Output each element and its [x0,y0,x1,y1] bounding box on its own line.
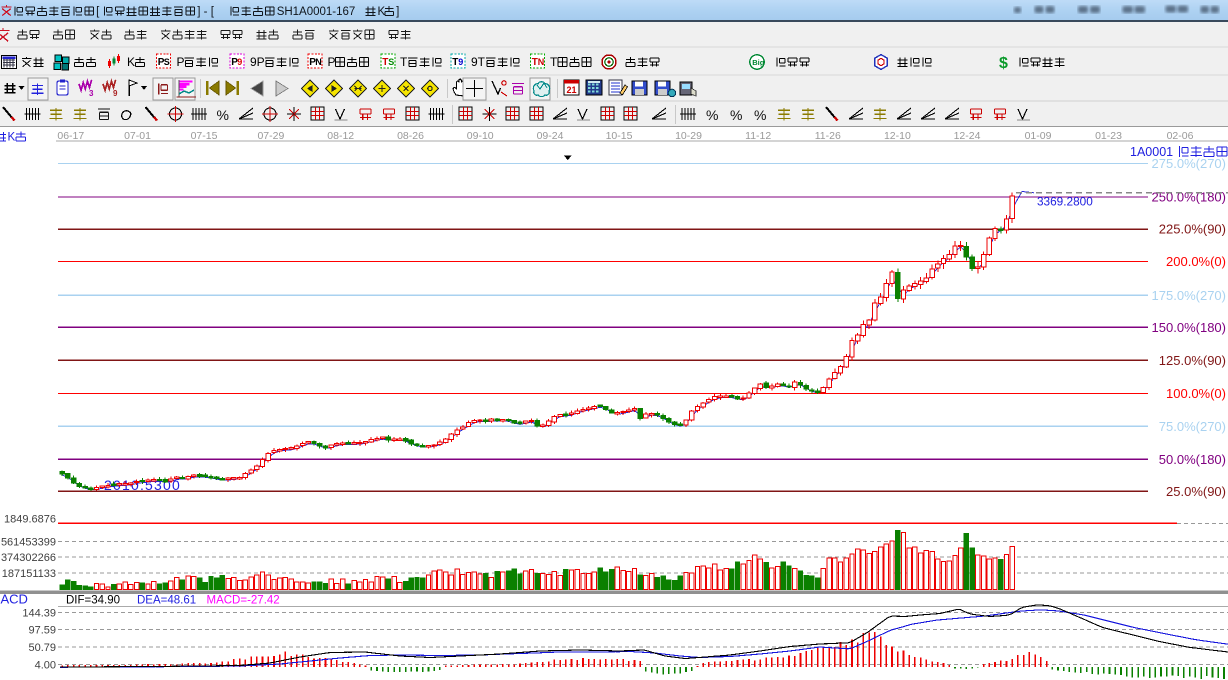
svg-text:07-01: 07-01 [124,130,151,142]
svg-text:250.0%(180): 250.0%(180) [1152,190,1226,205]
svg-text:9: 9 [237,57,242,67]
svg-text:P: P [328,55,336,69]
svg-text:11-26: 11-26 [815,130,841,142]
svg-text:3: 3 [89,89,94,98]
svg-text:S: S [388,57,394,67]
svg-text:50.0%(180): 50.0%(180) [1159,452,1226,467]
svg-text:ACD: ACD [1,592,28,607]
svg-text:K: K [127,55,135,69]
svg-text:374302266: 374302266 [1,552,56,564]
svg-text:K: K [8,132,16,144]
svg-text:3369.2800: 3369.2800 [1037,195,1093,209]
svg-text:%: % [730,107,742,123]
svg-text:SH1A0001-167: SH1A0001-167 [277,6,356,18]
svg-text:21: 21 [567,85,577,95]
svg-text:T: T [400,55,408,69]
svg-text:11-12: 11-12 [745,130,771,142]
svg-text:] - [: ] - [ [197,6,214,18]
svg-text:200.0%(0): 200.0%(0) [1166,254,1226,269]
svg-text:100.0%(0): 100.0%(0) [1166,386,1226,401]
svg-text:275.0%(270): 275.0%(270) [1152,156,1226,171]
svg-text:DIF=34.90: DIF=34.90 [66,595,120,607]
svg-text:01-09: 01-09 [1025,130,1052,142]
svg-text:Big: Big [752,58,765,67]
svg-text:9: 9 [113,89,118,98]
svg-text:10-29: 10-29 [675,130,702,142]
svg-text:225.0%(90): 225.0%(90) [1159,222,1226,237]
svg-text:S: S [164,57,170,67]
svg-text:08-26: 08-26 [397,130,424,142]
svg-text:97.59: 97.59 [28,625,56,637]
svg-text:561453399: 561453399 [1,536,56,548]
svg-text:N: N [538,57,545,67]
svg-text:T: T [550,55,558,69]
svg-text:12-10: 12-10 [884,130,911,142]
svg-text:DEA=48.61: DEA=48.61 [137,595,196,607]
svg-text:02-06: 02-06 [1167,130,1194,142]
svg-text:06-17: 06-17 [57,130,84,142]
svg-text:P: P [177,55,185,69]
svg-text:12-24: 12-24 [954,130,981,142]
svg-text:1849.6876: 1849.6876 [4,514,56,526]
svg-text:%: % [754,107,766,123]
svg-text:9P: 9P [250,55,265,69]
svg-text:144.39: 144.39 [22,607,56,619]
svg-text:07-29: 07-29 [257,130,284,142]
svg-text:07-15: 07-15 [191,130,218,142]
svg-text:75.0%(270): 75.0%(270) [1159,419,1226,434]
svg-text:10-15: 10-15 [606,130,633,142]
svg-text:09-10: 09-10 [467,130,494,142]
svg-text:K: K [378,6,386,18]
svg-text:]: ] [396,6,399,18]
svg-text:N: N [315,57,322,67]
svg-text:$: $ [999,55,1008,72]
svg-text:08-12: 08-12 [327,130,354,142]
svg-text:01-23: 01-23 [1095,130,1122,142]
svg-text:09-24: 09-24 [537,130,564,142]
svg-text:9: 9 [458,57,463,67]
svg-text:MACD=-27.42: MACD=-27.42 [207,595,280,607]
svg-text:9T: 9T [471,55,486,69]
svg-text:%: % [217,107,229,123]
svg-text:175.0%(270): 175.0%(270) [1152,288,1226,303]
svg-text:187151133: 187151133 [2,568,56,580]
svg-text:125.0%(90): 125.0%(90) [1159,353,1226,368]
svg-text:50.79: 50.79 [28,642,56,654]
svg-text:4.00: 4.00 [35,660,56,672]
svg-text:150.0%(180): 150.0%(180) [1152,320,1226,335]
svg-text:%: % [706,107,718,123]
svg-text:25.0%(90): 25.0%(90) [1166,484,1226,499]
